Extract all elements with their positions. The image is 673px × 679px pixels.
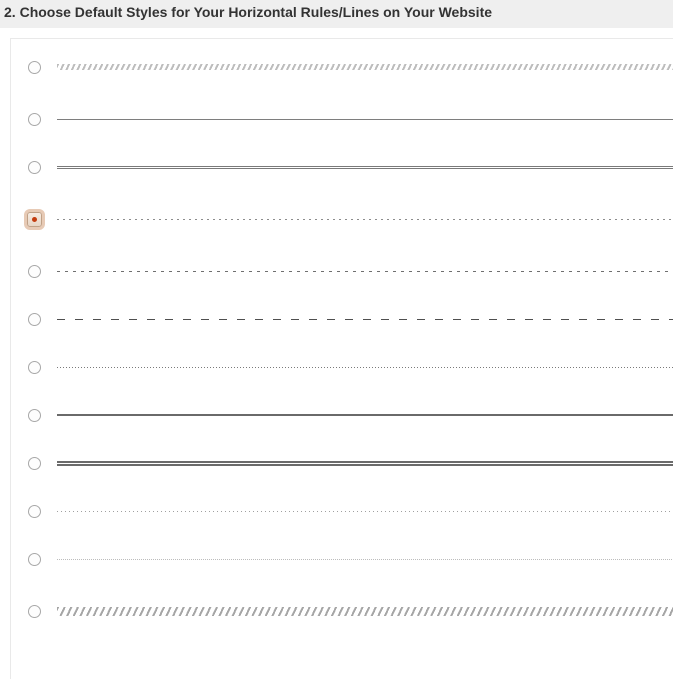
hr-solid-preview — [57, 119, 673, 120]
hr-style-radio[interactable] — [27, 212, 42, 227]
hr-style-radio[interactable] — [28, 113, 41, 126]
hr-style-preview[interactable] — [57, 119, 673, 120]
hr-dotted-tight-preview — [57, 559, 673, 560]
hr-style-radio[interactable] — [28, 361, 41, 374]
hr-style-preview[interactable] — [57, 166, 673, 169]
hr-dashed-small-preview — [57, 271, 673, 272]
radio-cell — [11, 161, 57, 174]
hr-style-preview[interactable] — [57, 461, 673, 466]
hr-style-option-row — [11, 391, 673, 439]
hr-style-preview[interactable] — [57, 559, 673, 560]
section-number: 2. — [4, 4, 16, 20]
radio-cell — [11, 313, 57, 326]
hr-style-option-row — [11, 583, 673, 639]
hr-style-preview[interactable] — [57, 607, 673, 616]
radio-cell — [11, 553, 57, 566]
hr-style-preview[interactable] — [57, 414, 673, 416]
radio-cell — [11, 265, 57, 278]
hr-style-radio[interactable] — [28, 265, 41, 278]
section-title-text: Choose Default Styles for Your Horizonta… — [20, 4, 492, 20]
hr-style-preview[interactable] — [57, 511, 673, 512]
radio-cell — [11, 457, 57, 470]
hr-style-option-row — [11, 143, 673, 191]
hr-style-option-row — [11, 343, 673, 391]
radio-cell — [11, 113, 57, 126]
hr-style-preview[interactable] — [57, 219, 673, 220]
hr-style-preview[interactable] — [57, 271, 673, 272]
hr-style-option-row — [11, 295, 673, 343]
radio-cell — [11, 409, 57, 422]
hr-double-preview — [57, 166, 673, 169]
hr-style-radio[interactable] — [28, 61, 41, 74]
hr-style-radio[interactable] — [28, 553, 41, 566]
radio-dot-icon — [32, 217, 37, 222]
hr-hatched-big-preview — [57, 607, 673, 616]
hr-style-radio[interactable] — [28, 505, 41, 518]
hr-hatched-preview — [57, 64, 673, 70]
radio-cell — [11, 505, 57, 518]
hr-style-preview[interactable] — [57, 64, 673, 70]
hr-style-radio[interactable] — [28, 605, 41, 618]
hr-double-thick-preview — [57, 461, 673, 466]
radio-cell — [11, 61, 57, 74]
section-header: 2. Choose Default Styles for Your Horizo… — [0, 0, 673, 28]
hr-style-radio[interactable] — [28, 161, 41, 174]
hr-dotted-sparse-preview — [57, 511, 673, 512]
section-title: 2. Choose Default Styles for Your Horizo… — [4, 4, 669, 20]
hr-style-radio[interactable] — [28, 313, 41, 326]
hr-dotted-preview — [57, 367, 673, 368]
hr-style-option-row — [11, 95, 673, 143]
hr-style-radio[interactable] — [28, 457, 41, 470]
hr-solid-thick-preview — [57, 414, 673, 416]
hr-style-option-row — [11, 439, 673, 487]
radio-cell — [11, 212, 57, 227]
hr-style-option-row — [11, 39, 673, 95]
hr-style-preview[interactable] — [57, 367, 673, 368]
hr-style-options-panel — [10, 38, 673, 679]
hr-style-option-row — [11, 247, 673, 295]
hr-style-preview[interactable] — [57, 319, 673, 320]
hr-dashed-wide-preview — [57, 319, 673, 320]
hr-style-option-row — [11, 535, 673, 583]
hr-style-radio[interactable] — [28, 409, 41, 422]
hr-style-option-row — [11, 487, 673, 535]
hr-style-option-row — [11, 191, 673, 247]
hr-dashed-fine-preview — [57, 219, 673, 220]
radio-cell — [11, 605, 57, 618]
radio-cell — [11, 361, 57, 374]
